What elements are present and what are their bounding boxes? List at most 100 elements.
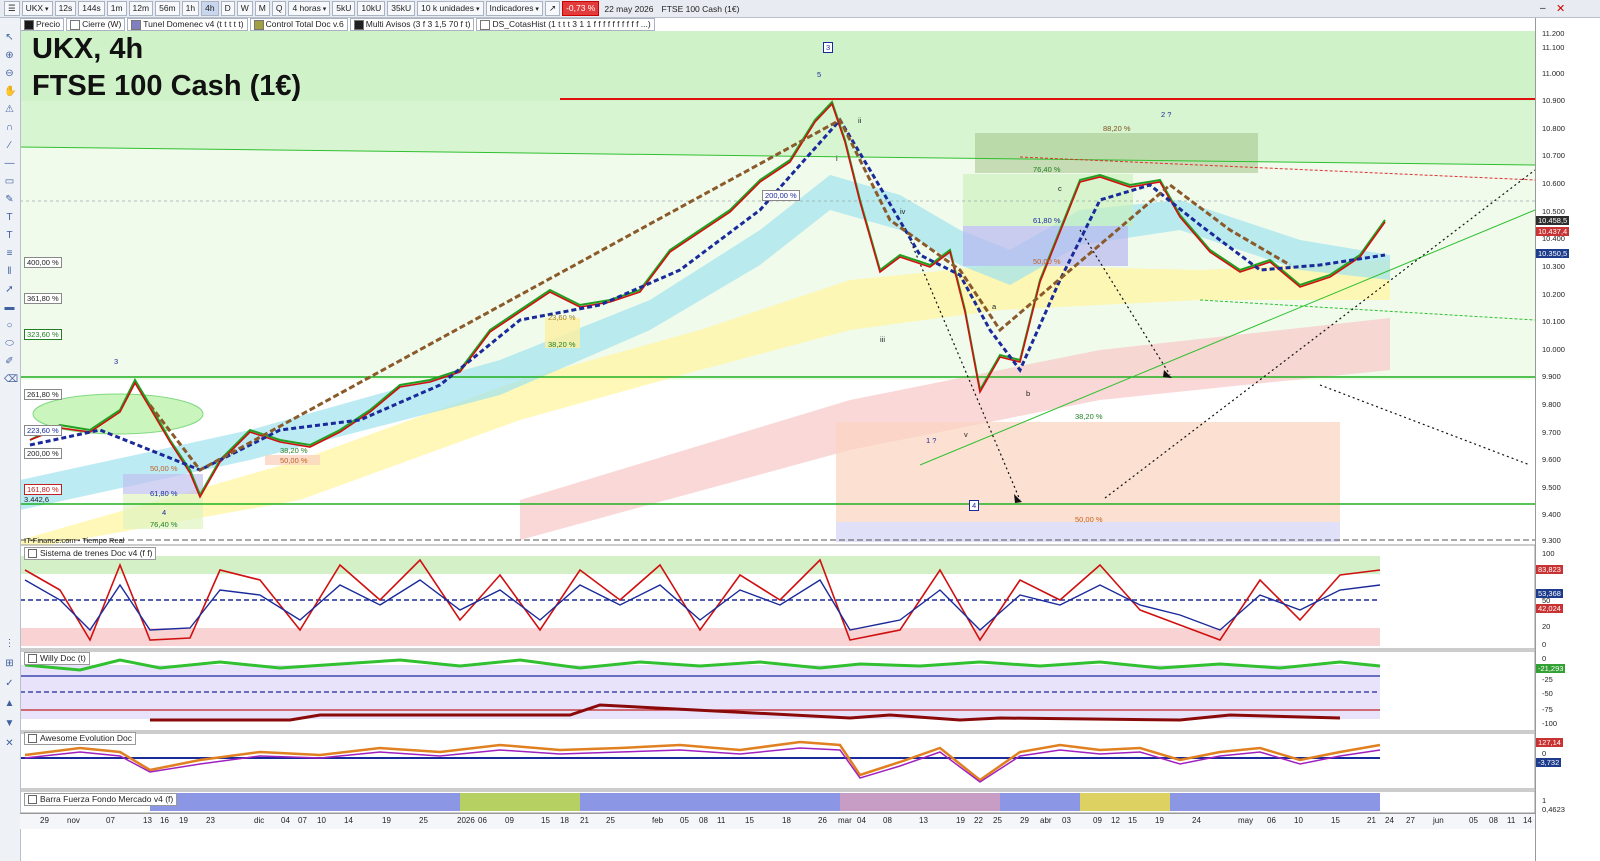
timeframe-56m[interactable]: 56m	[155, 1, 180, 16]
share-icon[interactable]: ↗	[544, 1, 561, 16]
units-5k[interactable]: 5kU	[332, 1, 356, 16]
time-tick: 25	[419, 816, 428, 825]
ellipse-icon[interactable]: ⬭	[4, 338, 15, 349]
panel-tick: 20	[1542, 622, 1551, 631]
timeframe-1m[interactable]: 1m	[106, 1, 127, 16]
panel-tick: 0	[1542, 640, 1547, 649]
panel-tick: 0,4623	[1542, 805, 1565, 814]
period-select[interactable]: 4 horas	[288, 1, 331, 16]
time-tick: 19	[956, 816, 965, 825]
time-tick: 13	[143, 816, 152, 825]
timeframe-d[interactable]: D	[220, 1, 235, 16]
panel-title-trenes[interactable]: Sistema de trenes Doc v4 (f f)	[24, 547, 157, 560]
grid-icon[interactable]: ⊞	[4, 658, 15, 669]
time-tick: feb	[652, 816, 664, 825]
panel-checkbox[interactable]	[28, 654, 37, 663]
zoom-in-icon[interactable]: ⊕	[4, 50, 15, 61]
circle-icon[interactable]: ○	[4, 320, 15, 331]
thumb-up-icon[interactable]: ▲	[4, 698, 15, 709]
units-select[interactable]: 10 k unidades	[417, 1, 484, 16]
cursor-icon[interactable]: ↖	[4, 32, 15, 43]
indicator-toggle-tunel[interactable]: Tunel Domenec v4 (t t t t t)	[127, 18, 248, 31]
symbol-select[interactable]: UKX	[21, 1, 53, 16]
fib-label: 361,80 %	[24, 293, 62, 304]
time-tick: 19	[179, 816, 188, 825]
timeframe-12m[interactable]: 12m	[128, 1, 154, 16]
price-tick: 11.000	[1542, 69, 1565, 78]
toolbar-date: 22 may 2026	[604, 3, 654, 14]
timeframe-12s[interactable]: 12s	[54, 1, 77, 16]
thumb-down-icon[interactable]: ▼	[4, 718, 15, 729]
wave-label: 3	[823, 42, 834, 53]
brush-icon[interactable]: ✐	[4, 356, 15, 367]
channel-icon[interactable]: ‖	[4, 266, 15, 277]
time-tick: 08	[699, 816, 708, 825]
indicator-toggle-precio[interactable]: Precio	[20, 18, 65, 31]
delete-icon[interactable]: ✕	[4, 738, 15, 749]
units-10k[interactable]: 10kU	[357, 1, 386, 16]
panel-badge: -21,293	[1536, 664, 1566, 673]
ruler-icon[interactable]: ▬	[4, 302, 15, 313]
panel-title-barra[interactable]: Barra Fuerza Fondo Mercado v4 (f)	[24, 793, 178, 806]
alert-icon[interactable]: ⚠	[4, 104, 15, 115]
time-tick: 13	[919, 816, 928, 825]
timeframe-1h[interactable]: 1h	[181, 1, 200, 16]
price-axis[interactable]	[1535, 18, 1600, 861]
chart-canvas[interactable]	[0, 0, 1600, 861]
price-tick: 10.600	[1542, 179, 1565, 188]
panel-title-awesome[interactable]: Awesome Evolution Doc	[24, 732, 136, 745]
time-tick: 04	[857, 816, 866, 825]
hand-icon[interactable]: ✋	[4, 86, 16, 97]
window-menu-icon[interactable]: ☰	[4, 1, 20, 16]
timeframe-144s[interactable]: 144s	[78, 1, 105, 16]
minimize-icon[interactable]: –	[1540, 3, 1546, 14]
magnet-icon[interactable]: ∩	[4, 122, 15, 133]
indicator-toggle-control-total[interactable]: Control Total Doc v.6	[249, 18, 348, 31]
panel-checkbox[interactable]	[28, 549, 37, 558]
fib-label: 200,00 %	[24, 448, 62, 459]
trendline-icon[interactable]: ∕	[4, 140, 15, 151]
wave-label: ii	[858, 116, 862, 125]
wave-label: 1 ?	[926, 436, 937, 445]
eraser-icon[interactable]: ⌫	[4, 374, 18, 385]
text-box-icon[interactable]: T	[4, 230, 15, 241]
panel-tick: -75	[1542, 705, 1553, 714]
close-icon[interactable]: ✕	[1556, 2, 1565, 15]
text-icon[interactable]: T	[4, 212, 15, 223]
hline-icon[interactable]: —	[4, 158, 15, 169]
time-tick: 25	[606, 816, 615, 825]
indicators-button[interactable]: Indicadores	[485, 1, 543, 16]
dots-icon[interactable]: ⋮	[4, 638, 15, 649]
rectangle-icon[interactable]: ▭	[4, 176, 15, 187]
fib-label: 50,00 %	[1075, 515, 1103, 524]
timeframe-q[interactable]: Q	[271, 1, 287, 16]
zoom-out-icon[interactable]: ⊖	[4, 68, 15, 79]
price-tick: 9.900	[1542, 372, 1561, 381]
panel-checkbox[interactable]	[28, 795, 37, 804]
time-axis[interactable]	[20, 813, 1535, 829]
units-35k[interactable]: 35kU	[387, 1, 416, 16]
time-tick: 08	[1489, 816, 1498, 825]
indicator-toggle-cierre[interactable]: Cierre (W)	[66, 18, 126, 31]
timeframe-4h[interactable]: 4h	[201, 1, 219, 16]
timeframe-m[interactable]: M	[254, 1, 270, 16]
pencil-icon[interactable]: ✎	[4, 194, 15, 205]
arrow-icon[interactable]: ➚	[4, 284, 15, 295]
panel-checkbox[interactable]	[28, 734, 37, 743]
change-badge: -0,73 %	[562, 1, 600, 16]
price-tick: 9.500	[1542, 483, 1561, 492]
indicator-toggle-cotashist[interactable]: DS_CotasHist (1 t t t 3 1 1 f f f f f f …	[476, 18, 655, 31]
source-label: IT-Finance.com - Tiempo Real	[24, 536, 125, 545]
indicator-toggle-multi-avisos[interactable]: Multi Avisos (3 f 3 1,5 70 f t)	[349, 18, 475, 31]
fib-label: 223,60 %	[24, 425, 62, 436]
check-icon[interactable]: ✓	[4, 678, 15, 689]
fib-label: 76,40 %	[150, 520, 178, 529]
color-swatch	[24, 19, 34, 30]
time-tick: 15	[1331, 816, 1340, 825]
timeframe-w[interactable]: W	[236, 1, 253, 16]
price-tick: 10.100	[1542, 317, 1565, 326]
time-tick: 14	[344, 816, 353, 825]
panel-title-willy[interactable]: Willy Doc (t)	[24, 652, 90, 665]
fib-label: 50,00 %	[1033, 257, 1061, 266]
fibonacci-icon[interactable]: ≡	[4, 248, 15, 259]
